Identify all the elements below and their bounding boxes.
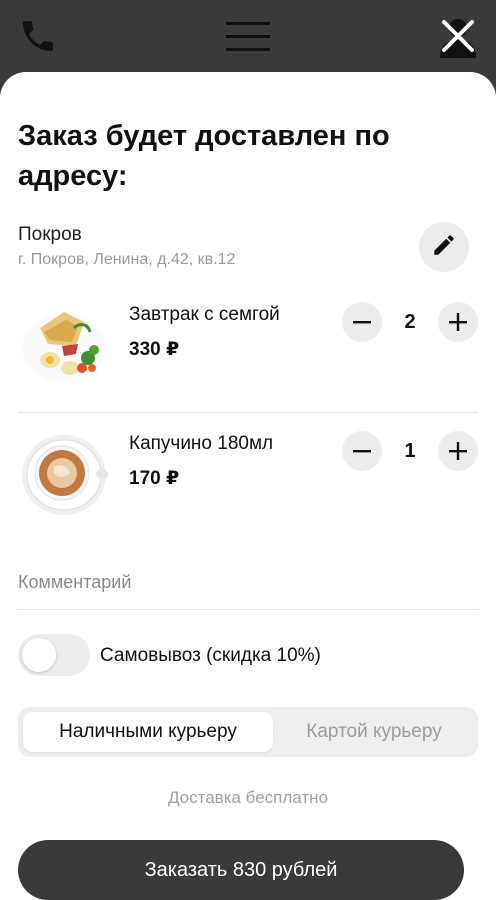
decrease-qty-button[interactable]: [342, 431, 382, 471]
plus-icon: [449, 442, 467, 460]
plus-icon: [449, 313, 467, 331]
order-sheet: Заказ будет доставлен по адресу: Покров …: [0, 72, 496, 900]
minus-icon: [353, 450, 371, 453]
address-city: Покров: [18, 224, 82, 245]
toggle-knob: [22, 638, 56, 672]
edit-address-button[interactable]: [419, 222, 469, 272]
phone-icon[interactable]: [16, 14, 60, 58]
comment-underline: [18, 609, 478, 610]
item-quantity: 2: [404, 311, 416, 333]
menu-icon[interactable]: [226, 14, 270, 58]
pencil-icon: [431, 232, 457, 263]
divider: [18, 412, 478, 413]
address-line: г. Покров, Ленина, д.42, кв.12: [18, 251, 236, 268]
delivery-note: Доставка бесплатно: [167, 788, 329, 807]
payment-option-card[interactable]: Картой курьеру: [275, 712, 473, 752]
item-price: 170 ₽: [129, 468, 180, 489]
decrease-qty-button[interactable]: [342, 302, 382, 342]
increase-qty-button[interactable]: [438, 302, 478, 342]
order-button[interactable]: Заказать 830 рублей: [18, 840, 464, 900]
item-price: 330 ₽: [129, 339, 180, 360]
minus-icon: [353, 321, 371, 324]
item-name: Завтрак с семгой: [129, 304, 280, 325]
item-name: Капучино 180мл: [129, 433, 274, 454]
top-bar: [0, 0, 496, 74]
item-quantity: 1: [404, 440, 416, 462]
payment-selector: Наличными курьеру Картой курьеру: [18, 707, 478, 757]
comment-input[interactable]: Комментарий: [18, 572, 131, 593]
pickup-label: Самовывоз (скидка 10%): [100, 645, 321, 666]
cart-item: Завтрак с семгой 330 ₽ 2: [0, 286, 496, 416]
page-title: Заказ будет доставлен по адресу:: [18, 120, 390, 192]
cart-item: Капучино 180мл 170 ₽ 1: [0, 415, 496, 545]
dish-image: [18, 298, 110, 390]
dish-image: [18, 427, 110, 519]
close-icon[interactable]: [436, 14, 480, 58]
increase-qty-button[interactable]: [438, 431, 478, 471]
pickup-toggle[interactable]: [18, 634, 90, 676]
payment-option-cash[interactable]: Наличными курьеру: [23, 712, 273, 752]
